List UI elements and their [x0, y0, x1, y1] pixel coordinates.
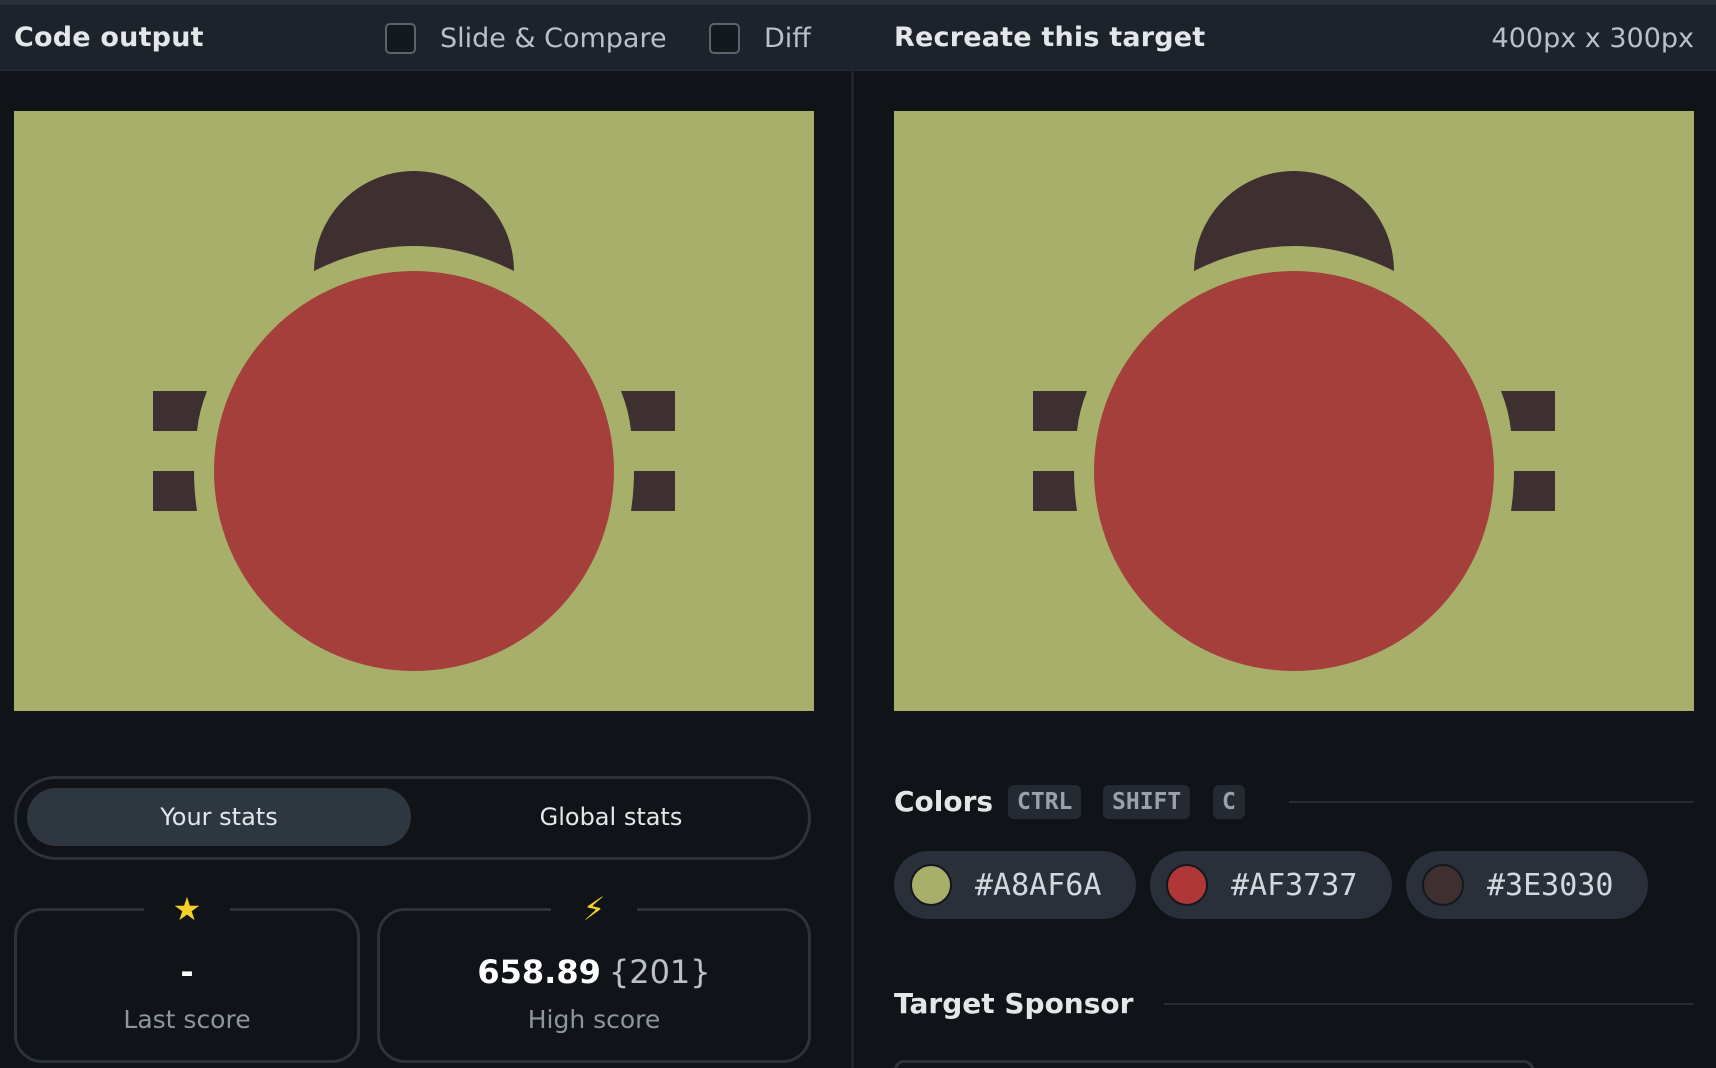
high-score-value: 658.89: [477, 953, 601, 991]
slide-compare-checkbox[interactable]: [385, 23, 416, 54]
output-body-circle: [214, 271, 614, 671]
sponsor-box[interactable]: [894, 1060, 1534, 1068]
target-title: Recreate this target: [894, 22, 1206, 53]
output-drawing: [14, 111, 814, 711]
colors-rule: [1289, 801, 1694, 803]
color-dot-1: [910, 864, 952, 906]
last-score-value: -: [180, 953, 194, 991]
high-score-count: {201}: [608, 953, 711, 991]
star-icon: ★: [144, 889, 230, 929]
code-output-header: Code output Slide & Compare Diff: [0, 5, 852, 71]
target-left-bottom-tab: [1033, 471, 1077, 511]
high-score-label: High score: [527, 1005, 661, 1034]
stats-toggle: Your stats Global stats: [14, 776, 811, 860]
last-score-label: Last score: [123, 1005, 251, 1034]
shortcut-ctrl: CTRL: [1008, 785, 1082, 819]
output-right-bottom-tab: [631, 471, 675, 511]
shortcut-shift: SHIFT: [1103, 785, 1191, 819]
color-hex-1: #A8AF6A: [975, 868, 1102, 903]
code-output-panel: Code output Slide & Compare Diff Your st…: [0, 5, 852, 1068]
global-stats-tab[interactable]: Global stats: [421, 788, 801, 846]
color-dot-2: [1166, 864, 1208, 906]
color-dot-3: [1422, 864, 1464, 906]
color-swatch-2[interactable]: #AF3737: [1150, 851, 1392, 919]
last-score-card: ★ - Last score: [14, 889, 360, 1063]
color-hex-3: #3E3030: [1487, 868, 1614, 903]
code-output-title: Code output: [14, 22, 204, 53]
target-dimensions: 400px x 300px: [1491, 23, 1694, 54]
lightning-icon: ⚡: [551, 889, 637, 929]
target-canvas: [894, 111, 1694, 711]
color-hex-2: #AF3737: [1231, 868, 1358, 903]
slide-compare-label[interactable]: Slide & Compare: [440, 23, 667, 54]
sponsor-title: Target Sponsor: [894, 987, 1134, 1020]
colors-title: Colors: [894, 785, 994, 818]
diff-checkbox[interactable]: [709, 23, 740, 54]
color-swatch-1[interactable]: #A8AF6A: [894, 851, 1136, 919]
sponsor-rule: [1164, 1003, 1694, 1005]
target-body-circle: [1094, 271, 1494, 671]
target-drawing: [894, 111, 1694, 711]
your-stats-tab[interactable]: Your stats: [27, 788, 411, 846]
target-right-bottom-tab: [1511, 471, 1555, 511]
shortcut-c: C: [1213, 785, 1245, 819]
diff-label[interactable]: Diff: [764, 23, 811, 54]
output-left-bottom-tab: [153, 471, 197, 511]
target-header: Recreate this target 400px x 300px: [854, 5, 1716, 71]
high-score-value-row: 658.89 {201}: [380, 953, 808, 991]
code-output-canvas[interactable]: [14, 111, 814, 711]
high-score-card: ⚡ 658.89 {201} High score: [377, 889, 811, 1063]
color-swatch-3[interactable]: #3E3030: [1406, 851, 1648, 919]
